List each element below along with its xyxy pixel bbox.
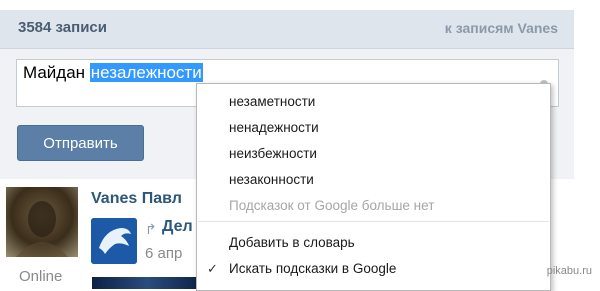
menu-divider bbox=[198, 221, 549, 222]
add-to-dictionary-item[interactable]: Добавить в словарь bbox=[229, 235, 355, 250]
no-more-suggestions: Подсказок от Google больше нет bbox=[229, 198, 435, 213]
watermark: pikabu.ru bbox=[546, 265, 592, 277]
suggestion-item[interactable]: незаметности bbox=[229, 94, 315, 109]
online-status: Online bbox=[19, 268, 63, 285]
posts-count: 3584 записи bbox=[18, 19, 107, 36]
post-author[interactable]: Vanes Павл bbox=[91, 190, 201, 208]
post-image-thumb[interactable] bbox=[92, 277, 202, 289]
textarea-content: Майдан незалежности bbox=[23, 63, 203, 83]
text-selected: незалежности bbox=[89, 63, 203, 82]
post-date[interactable]: 6 апр bbox=[145, 245, 200, 262]
avatar-image[interactable] bbox=[6, 187, 78, 257]
send-button[interactable]: Отправить bbox=[17, 125, 144, 161]
share-icon: ↱ bbox=[145, 221, 157, 237]
to-posts-link[interactable]: к записям Vanes bbox=[445, 20, 558, 36]
suggestion-item[interactable]: незаконности bbox=[229, 172, 314, 187]
dolphin-image[interactable] bbox=[91, 218, 137, 264]
check-icon: ✓ bbox=[207, 261, 218, 276]
suggestion-item[interactable]: неизбежности bbox=[229, 146, 317, 161]
suggestion-item[interactable]: ненадежности bbox=[229, 120, 319, 135]
text-plain: Майдан bbox=[23, 63, 90, 82]
google-hints-item[interactable]: Искать подсказки в Google bbox=[229, 261, 396, 276]
wall-header: 3584 записи к записям Vanes bbox=[0, 10, 574, 49]
spellcheck-context-menu: незаметности ненадежности неизбежности н… bbox=[196, 83, 551, 291]
